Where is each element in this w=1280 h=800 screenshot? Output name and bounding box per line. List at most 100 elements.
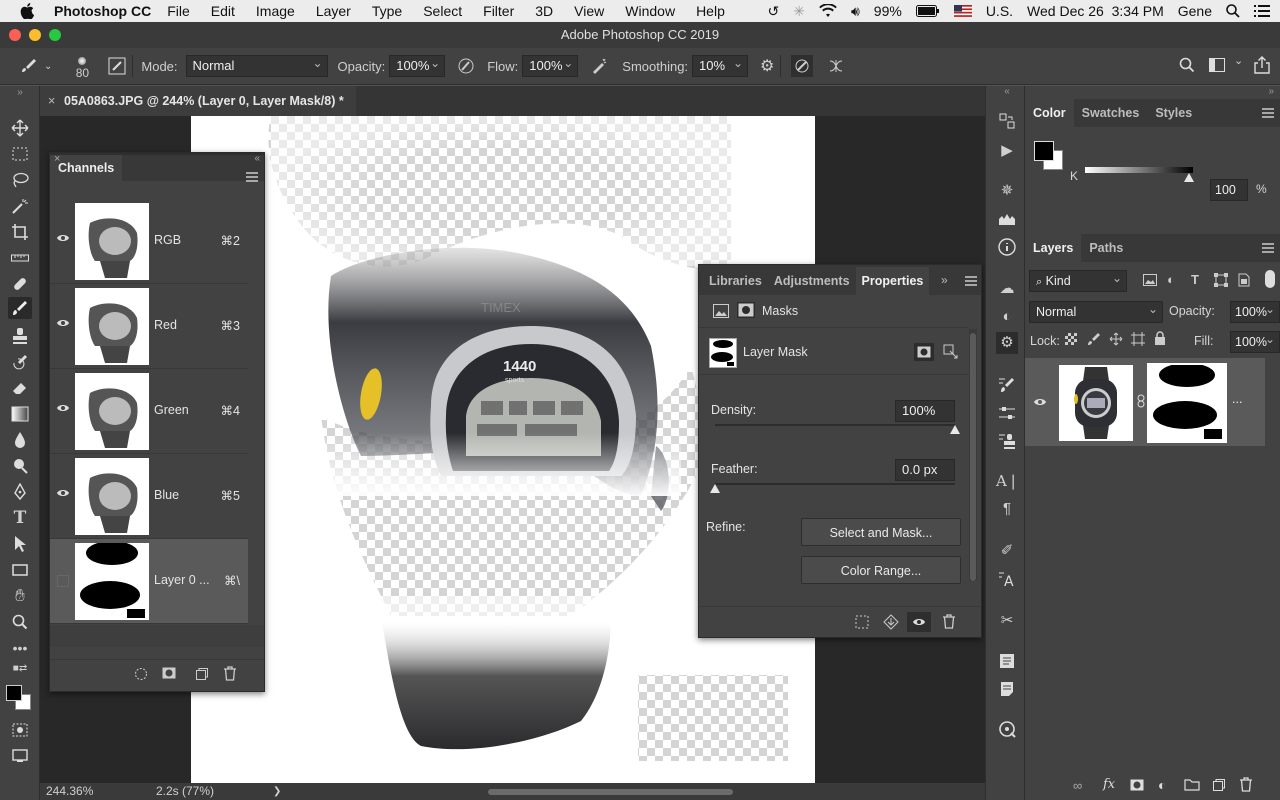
k-slider-thumb[interactable] (1184, 173, 1194, 182)
expand-panels-icon[interactable]: » (941, 273, 948, 287)
menu-filter[interactable]: Filter (483, 3, 514, 19)
magic-wand-tool-icon[interactable] (8, 195, 32, 217)
filter-pixel-layers-icon[interactable] (1143, 274, 1157, 286)
brush-size-picker[interactable]: 80 (70, 57, 94, 79)
mask-icon[interactable] (737, 302, 755, 318)
density-slider-thumb[interactable] (950, 425, 960, 434)
layer-mask-thumbnail[interactable] (1147, 363, 1227, 443)
search-icon[interactable] (1179, 57, 1195, 73)
workspace-switcher-icon[interactable] (1209, 58, 1225, 72)
flag-icon[interactable] (953, 5, 972, 17)
channel-row-rgb[interactable]: RGB ⌘2 (50, 199, 248, 284)
airbrush-icon[interactable] (590, 57, 608, 75)
brush-tool-preset-icon[interactable] (20, 57, 38, 75)
horizontal-scrollbar[interactable] (488, 789, 733, 795)
mask-link-chain-icon[interactable] (1137, 394, 1145, 408)
zoom-tool-icon[interactable] (8, 611, 32, 633)
layer-image-thumbnail[interactable] (1059, 365, 1133, 441)
new-layer-icon[interactable] (1212, 778, 1226, 792)
lock-image-pixels-icon[interactable] (1087, 332, 1101, 346)
toggle-mask-visibility-eye-icon[interactable] (907, 612, 931, 632)
tool-presets-icon[interactable] (996, 402, 1018, 424)
tab-channels[interactable]: Channels (50, 155, 123, 181)
panel-menu-icon[interactable] (1262, 108, 1274, 118)
collapse-toolbar-icon[interactable]: » (8, 86, 32, 98)
tab-properties[interactable]: Properties (855, 267, 930, 295)
character-styles-icon[interactable]: A (996, 568, 1018, 590)
workspace-dropdown-icon[interactable]: ⌄ (1234, 54, 1243, 67)
adjustments-panel-icon[interactable]: ◐ (996, 306, 1018, 328)
pen-tool-icon[interactable] (8, 481, 32, 503)
lock-transparent-pixels-icon[interactable] (1065, 333, 1077, 345)
visibility-eye-icon[interactable] (56, 318, 70, 332)
filter-smart-objects-icon[interactable] (1238, 273, 1250, 287)
load-channel-as-selection-icon[interactable] (134, 667, 148, 681)
collapse-strip-icon[interactable]: « (996, 86, 1018, 98)
select-pixel-mask-icon[interactable] (914, 343, 934, 361)
close-window-button[interactable] (9, 29, 21, 41)
properties-scrollbar[interactable] (969, 329, 977, 581)
tab-styles[interactable]: Styles (1147, 99, 1200, 127)
clone-stamp-tool-icon[interactable] (8, 325, 32, 347)
add-vector-mask-icon[interactable] (943, 344, 959, 360)
crop-tool-icon[interactable] (8, 221, 32, 243)
delete-layer-trash-icon[interactable] (1239, 777, 1253, 792)
tab-adjustments[interactable]: Adjustments (768, 267, 856, 295)
move-tool-icon[interactable] (8, 117, 32, 139)
user-menu[interactable]: Gene (1178, 3, 1212, 19)
pressure-opacity-icon[interactable] (457, 57, 475, 75)
document-tab[interactable]: × 05A0863.JPG @ 244% (Layer 0, Layer Mas… (40, 86, 356, 116)
layer-filter-kind-dropdown[interactable]: ⌕ Kind (1029, 268, 1127, 292)
layer-style-fx-icon[interactable]: fx (1103, 777, 1115, 792)
save-selection-as-channel-icon[interactable] (162, 667, 176, 679)
color-range-button[interactable]: Color Range... (801, 556, 961, 584)
visibility-eye-icon[interactable] (56, 233, 70, 247)
flow-field[interactable]: 100% (522, 53, 579, 77)
tab-libraries[interactable]: Libraries (703, 267, 768, 295)
filter-type-layers-icon[interactable]: T (1191, 272, 1199, 287)
spotlight-icon[interactable] (1226, 4, 1240, 18)
character-panel-icon[interactable]: A❘ (996, 470, 1019, 492)
density-field[interactable]: 100% (895, 400, 955, 422)
k-value-field[interactable]: 100 (1210, 179, 1248, 201)
history-brush-tool-icon[interactable] (8, 351, 32, 373)
close-document-icon[interactable]: × (48, 86, 55, 116)
share-icon[interactable] (1254, 56, 1270, 74)
apple-icon[interactable] (20, 3, 42, 19)
notes-panel-icon[interactable] (996, 650, 1018, 672)
menu-window[interactable]: Window (625, 3, 675, 19)
minimize-window-button[interactable] (29, 29, 41, 41)
menu-file[interactable]: File (167, 3, 190, 19)
screen-mode-icon[interactable] (8, 745, 32, 767)
brush-settings-icon[interactable]: ✵ (996, 180, 1018, 202)
density-slider-track[interactable] (715, 424, 955, 426)
input-source[interactable]: U.S. (986, 3, 1013, 19)
delete-channel-trash-icon[interactable] (223, 666, 237, 681)
channel-row-blue[interactable]: Blue ⌘5 (50, 454, 248, 539)
k-slider-track[interactable] (1085, 167, 1193, 173)
navigator-panel-icon[interactable] (996, 718, 1018, 740)
notification-center-icon[interactable] (1254, 5, 1270, 17)
timeline-tools-icon[interactable]: ✂ (996, 610, 1018, 632)
opacity-field[interactable]: 100% (389, 53, 446, 77)
menu-layer[interactable]: Layer (316, 3, 351, 19)
dodge-tool-icon[interactable] (8, 455, 32, 477)
add-layer-mask-icon[interactable] (1130, 779, 1144, 791)
collapse-dock-icon[interactable]: » (1268, 86, 1274, 97)
blend-mode-dropdown[interactable]: Normal (1029, 299, 1163, 323)
brush-presets-icon[interactable] (996, 374, 1018, 396)
creative-cloud-icon[interactable]: ☁ (996, 278, 1018, 300)
path-selection-tool-icon[interactable] (8, 533, 32, 555)
panel-menu-icon[interactable] (965, 276, 977, 286)
pressure-size-icon[interactable] (791, 55, 814, 77)
foreground-color-swatch[interactable] (6, 685, 22, 701)
lasso-tool-icon[interactable] (8, 169, 32, 191)
type-tool-icon[interactable]: T (8, 507, 32, 529)
pixel-mask-icon[interactable] (713, 304, 729, 318)
layer-visibility-eye-icon[interactable] (1033, 397, 1047, 407)
brush-tool-icon[interactable] (8, 297, 32, 319)
apply-mask-icon[interactable] (883, 614, 899, 630)
lock-artboard-icon[interactable] (1131, 332, 1145, 346)
feather-field[interactable]: 0.0 px (895, 459, 955, 481)
scrollbar-thumb[interactable] (970, 333, 976, 581)
